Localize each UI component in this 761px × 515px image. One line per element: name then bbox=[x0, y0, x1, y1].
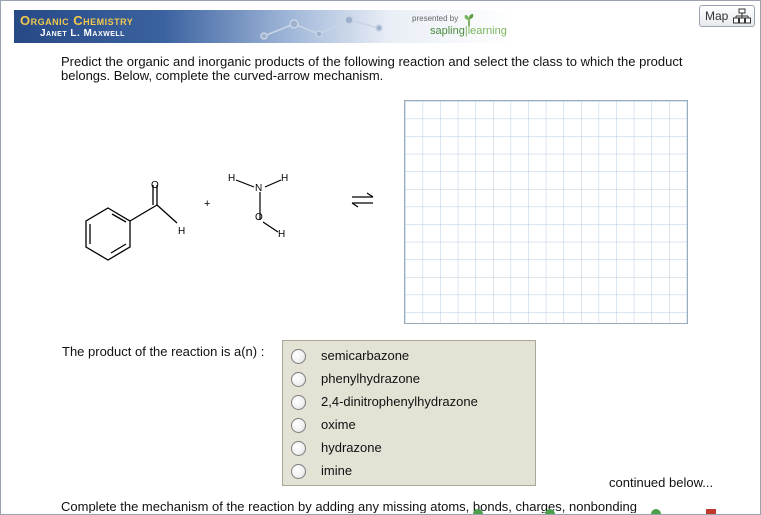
choice-oxime[interactable]: oxime bbox=[291, 414, 531, 436]
choice-label: hydrazone bbox=[321, 440, 382, 455]
choice-label: phenylhydrazone bbox=[321, 371, 421, 386]
benzaldehyde-structure bbox=[85, 185, 178, 261]
logo-left-text: sapling bbox=[430, 25, 465, 37]
map-button-label: Map bbox=[705, 9, 729, 23]
course-banner: Organic Chemistry Janet L. Maxwell prese… bbox=[14, 10, 514, 43]
choice-label: imine bbox=[321, 463, 353, 478]
choice-semicarbazone[interactable]: semicarbazone bbox=[291, 345, 531, 367]
radio-button[interactable] bbox=[291, 441, 306, 456]
aldehyde-hydrogen-label: H bbox=[178, 226, 185, 237]
sapling-leaf-icon bbox=[464, 14, 474, 26]
bottom-toolbar-partial bbox=[473, 509, 716, 514]
molecule-decoration-icon bbox=[260, 15, 383, 40]
radio-button[interactable] bbox=[291, 464, 306, 479]
course-author: Janet L. Maxwell bbox=[40, 28, 125, 39]
choice-dinitrophenylhydrazone[interactable]: 2,4-dinitrophenylhydrazone bbox=[291, 391, 531, 413]
product-drawing-grid[interactable] bbox=[404, 100, 688, 324]
nitrogen-label: N bbox=[255, 183, 262, 194]
radio-button[interactable] bbox=[291, 418, 306, 433]
choice-phenylhydrazone[interactable]: phenylhydrazone bbox=[291, 368, 531, 390]
presented-by-label: presented by bbox=[412, 14, 459, 23]
amine-hydrogen-right-label: H bbox=[281, 173, 288, 184]
course-title: Organic Chemistry bbox=[20, 13, 134, 28]
choice-label: oxime bbox=[321, 417, 356, 432]
choice-label: 2,4-dinitrophenylhydrazone bbox=[321, 394, 478, 409]
map-button[interactable]: Map bbox=[699, 5, 755, 27]
reaction-scheme: O H + H H N O H bbox=[85, 173, 374, 261]
product-class-prompt: The product of the reaction is a(n) : bbox=[62, 344, 265, 359]
radio-button[interactable] bbox=[291, 349, 306, 364]
grid-lines bbox=[405, 101, 687, 323]
continued-below-note: continued below... bbox=[609, 475, 714, 490]
amine-hydrogen-left-label: H bbox=[228, 173, 235, 184]
sitemap-icon bbox=[733, 8, 751, 24]
choice-hydrazone[interactable]: hydrazone bbox=[291, 437, 531, 459]
hydroxyl-hydrogen-label: H bbox=[278, 229, 285, 240]
plus-sign: + bbox=[204, 198, 210, 210]
aldehyde-oxygen-label: O bbox=[151, 180, 159, 191]
question-text: Predict the organic and inorganic produc… bbox=[61, 54, 683, 83]
hydroxyl-oxygen-label: O bbox=[255, 212, 263, 223]
equilibrium-arrows-icon bbox=[351, 192, 374, 208]
choice-label: semicarbazone bbox=[321, 348, 410, 363]
product-class-choices: semicarbazone phenylhydrazone 2,4-dinitr… bbox=[282, 340, 536, 486]
choice-imine[interactable]: imine bbox=[291, 460, 531, 482]
radio-button[interactable] bbox=[291, 372, 306, 387]
radio-button[interactable] bbox=[291, 395, 306, 410]
